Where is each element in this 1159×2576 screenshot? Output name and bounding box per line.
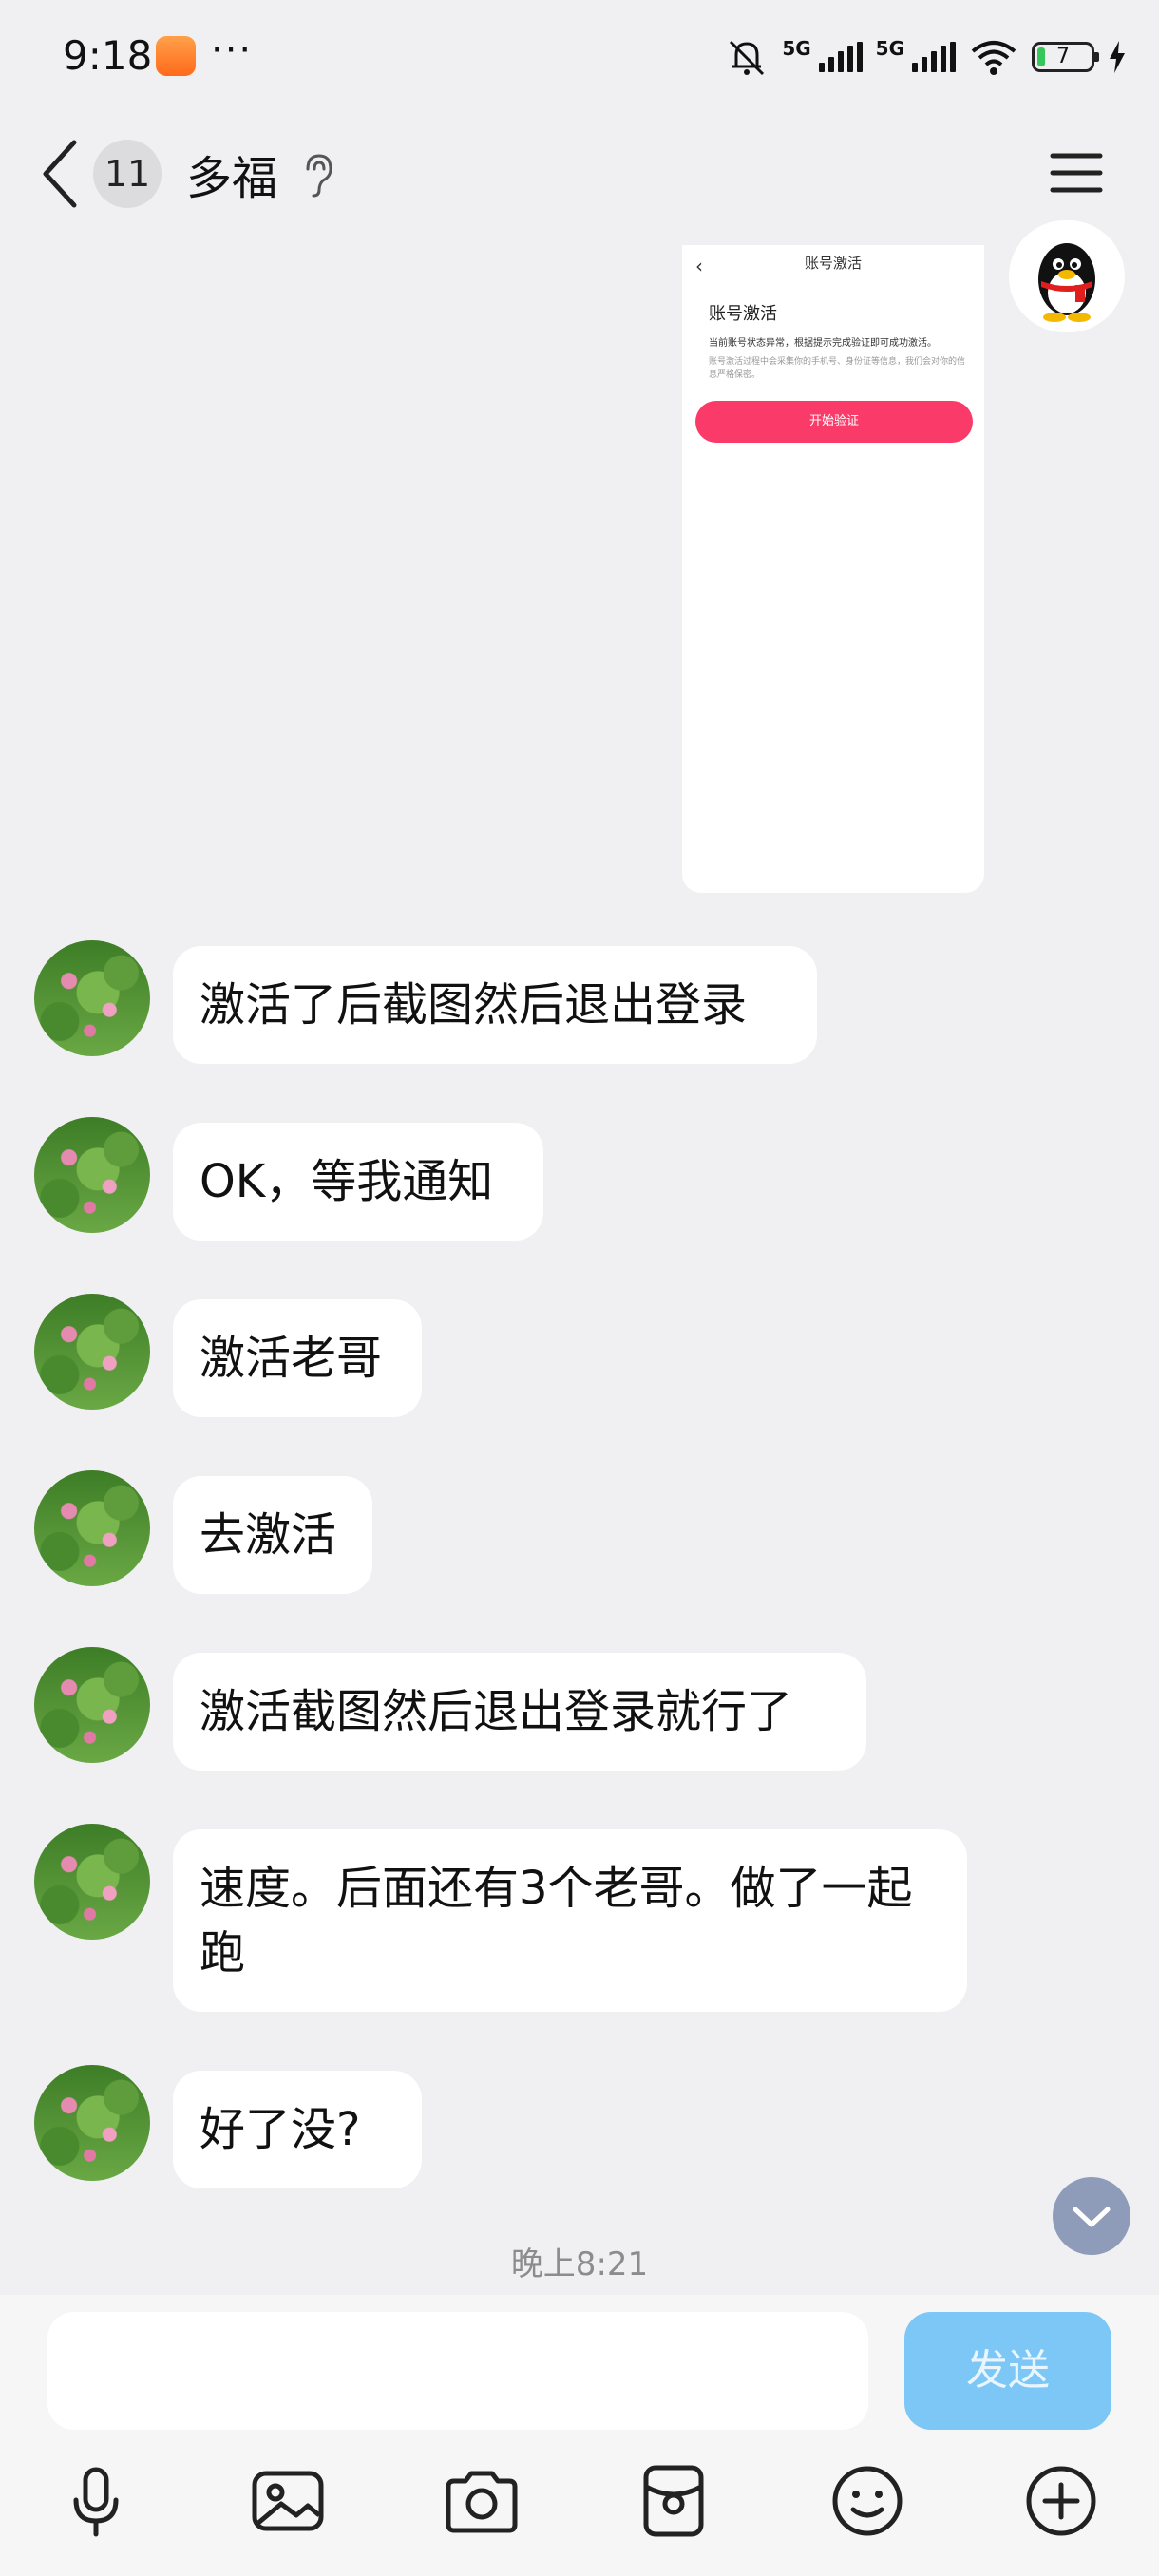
screenshot-notice: 账号激活过程中会采集你的手机号、身份证等信息，我们会对你的信息严格保密。	[709, 357, 966, 380]
shared-screenshot-image[interactable]: ‹ 账号激活 账号激活 当前账号状态异常，根据提示完成验证即可成功激活。 账号激…	[682, 245, 984, 893]
message-bubble[interactable]: 去激活	[173, 1476, 372, 1594]
image-icon[interactable]	[245, 2458, 331, 2544]
message-bubble[interactable]: 速度。后面还有3个老哥。做了一起跑	[173, 1829, 967, 2012]
contact-avatar[interactable]	[34, 1294, 150, 1410]
mute-bell-icon	[730, 40, 765, 76]
app-notification-icon	[156, 36, 196, 76]
contact-avatar[interactable]	[34, 1470, 150, 1586]
chat-title[interactable]: 多福	[186, 141, 277, 207]
time-separator: 晚上8:21	[510, 2245, 649, 2283]
red-packet-icon[interactable]	[631, 2458, 716, 2544]
screenshot-title: 账号激活	[804, 255, 862, 272]
back-arrow-icon[interactable]	[38, 139, 82, 209]
plus-icon[interactable]	[1018, 2458, 1104, 2544]
signal-icon	[912, 42, 956, 72]
message-input[interactable]	[48, 2312, 868, 2430]
contact-avatar[interactable]	[34, 1647, 150, 1763]
my-avatar[interactable]	[1009, 220, 1125, 332]
message-bubble[interactable]: 激活截图然后退出登录就行了	[173, 1653, 866, 1771]
menu-icon[interactable]	[1049, 150, 1104, 196]
signal-icon	[818, 42, 863, 72]
send-button[interactable]: 发送	[904, 2312, 1112, 2430]
screenshot-verify-button: 开始验证	[695, 401, 973, 443]
message-bubble[interactable]: 好了没?	[173, 2071, 422, 2188]
battery-level: 7	[1056, 45, 1070, 68]
message-bubble[interactable]: 激活老哥	[173, 1299, 422, 1417]
earpiece-mode-icon[interactable]	[298, 152, 336, 198]
charging-icon	[1110, 41, 1125, 73]
battery-icon: 7	[1032, 42, 1099, 72]
status-more-indicator: ···	[211, 28, 254, 72]
status-icons: 5G 5G 7	[725, 28, 1127, 85]
contact-avatar[interactable]	[34, 1117, 150, 1233]
contact-avatar[interactable]	[34, 940, 150, 1056]
screenshot-heading: 账号激活	[709, 304, 777, 324]
penguin-avatar-icon	[1038, 243, 1095, 322]
contact-avatar[interactable]	[34, 1824, 150, 1940]
camera-icon[interactable]	[439, 2458, 524, 2544]
unread-count-badge[interactable]: 11	[93, 140, 162, 208]
screenshot-description: 当前账号状态异常，根据提示完成验证即可成功激活。	[709, 338, 937, 349]
wifi-icon	[971, 41, 1016, 75]
network-type-2: 5G	[875, 37, 904, 60]
emoji-icon[interactable]	[825, 2458, 910, 2544]
microphone-icon[interactable]	[53, 2458, 139, 2544]
message-bubble[interactable]: 激活了后截图然后退出登录	[173, 946, 817, 1064]
message-bubble[interactable]: OK，等我通知	[173, 1123, 543, 1241]
status-time: 9:18	[63, 32, 153, 79]
contact-avatar[interactable]	[34, 2065, 150, 2181]
network-type-1: 5G	[782, 37, 811, 60]
